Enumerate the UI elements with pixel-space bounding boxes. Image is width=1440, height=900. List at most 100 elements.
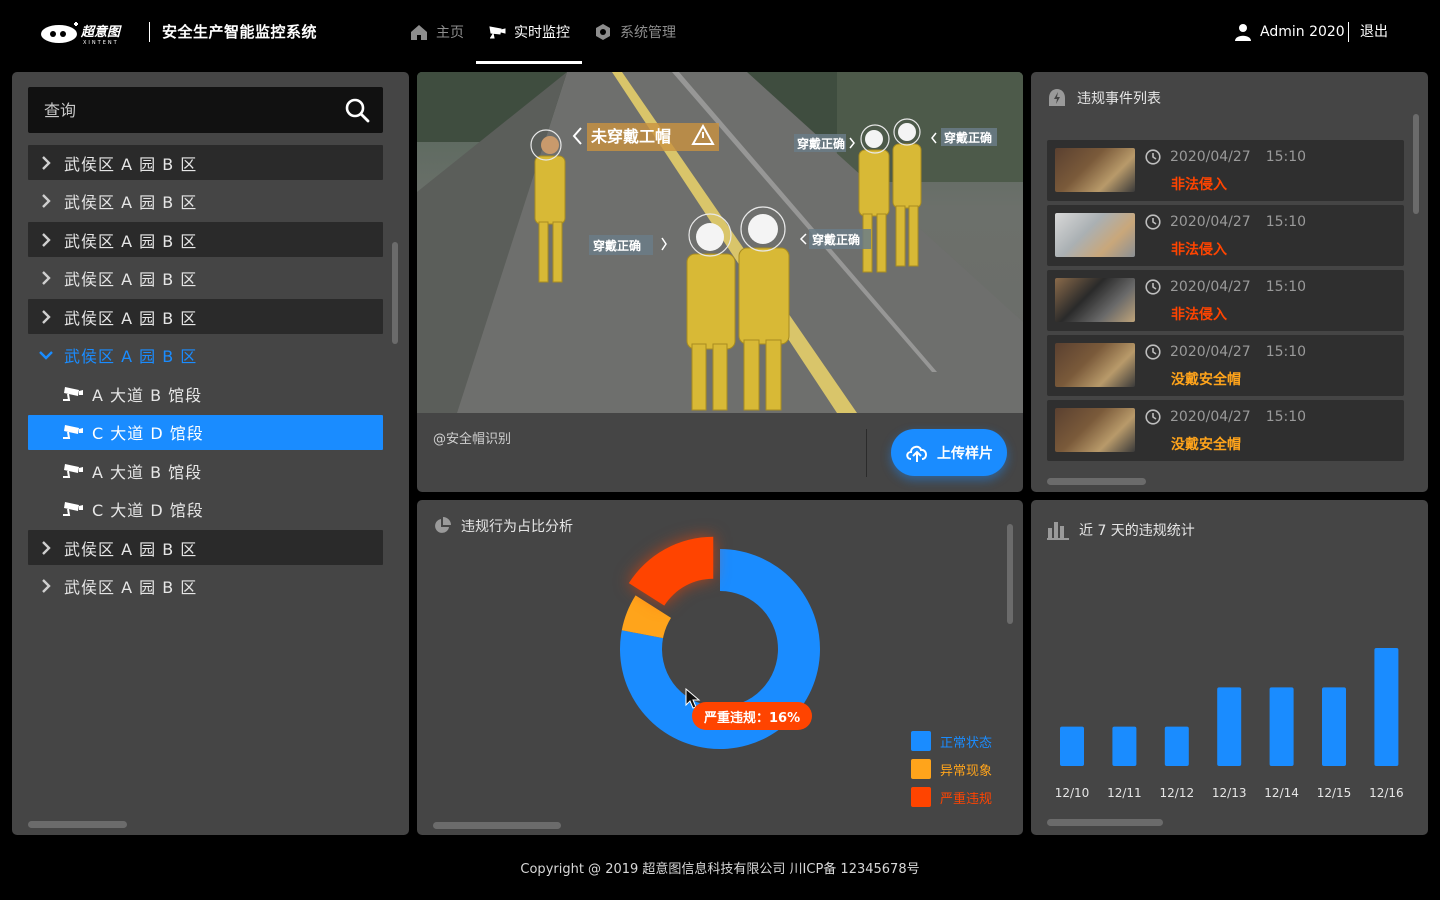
chevron-right-icon	[28, 579, 64, 593]
event-item[interactable]: 2020/04/27 15:10 非法侵入	[1047, 140, 1404, 201]
x-tick-label: 12/10	[1055, 786, 1090, 800]
search-input[interactable]	[28, 87, 338, 133]
legend-item[interactable]: 正常状态	[911, 731, 992, 751]
footer-copyright: Copyright @ 2019 超意图信息科技有限公司 川ICP备 12345…	[520, 862, 920, 877]
legend-swatch	[911, 731, 931, 751]
home-icon	[411, 25, 427, 40]
tree-group-row[interactable]: 武侯区 A 园 B 区	[28, 222, 383, 257]
search-box	[28, 87, 383, 133]
clock-icon	[1145, 214, 1161, 230]
tree-group-row[interactable]: 武侯区 A 园 B 区	[28, 261, 383, 296]
search-icon[interactable]	[344, 97, 370, 123]
alarm-icon	[1049, 89, 1065, 106]
bars-scrollbar-horizontal[interactable]	[1047, 819, 1163, 826]
event-thumbnail[interactable]	[1055, 343, 1135, 387]
donut-slice[interactable]	[628, 536, 714, 606]
pie-scrollbar-horizontal[interactable]	[433, 822, 561, 829]
event-date: 2020/04/27	[1170, 344, 1251, 360]
event-item[interactable]: 2020/04/27 15:10 非法侵入	[1047, 205, 1404, 266]
tree-group-row[interactable]: 武侯区 A 园 B 区	[28, 299, 383, 334]
bar[interactable]	[1374, 648, 1399, 766]
tree-row-label: 武侯区 A 园 B 区	[64, 154, 198, 174]
event-item[interactable]: 2020/04/27 15:10 非法侵入	[1047, 270, 1404, 331]
camera-icon	[489, 26, 506, 39]
event-timestamp: 2020/04/27 15:10	[1145, 214, 1306, 230]
bar[interactable]	[1060, 726, 1084, 766]
bar[interactable]	[1217, 687, 1242, 766]
x-tick-label: 12/13	[1212, 786, 1247, 800]
tree-camera-row[interactable]: A 大道 B 馆段	[28, 453, 383, 488]
cctv-camera-icon	[28, 462, 92, 480]
clock-icon	[1145, 279, 1161, 295]
chevron-right-icon	[28, 271, 64, 285]
x-tick-label: 12/15	[1317, 786, 1352, 800]
svg-text:穿戴正确: 穿戴正确	[944, 130, 992, 145]
legend-item[interactable]: 异常现象	[911, 759, 992, 779]
clock-icon	[1145, 149, 1161, 165]
tree-scrollbar-horizontal[interactable]	[28, 821, 127, 828]
tree-scrollbar-vertical[interactable]	[392, 242, 398, 344]
chevron-right-icon	[28, 309, 64, 324]
upload-sample-button[interactable]: 上传样片	[891, 429, 1007, 476]
legend-item[interactable]: 严重违规	[911, 787, 992, 807]
chevron-right-icon	[28, 155, 64, 170]
event-date: 2020/04/27	[1170, 409, 1251, 425]
violation-events-panel: 违规事件列表 2020/04/27 15:10 非法侵入 2020/04/27 15:1…	[1031, 72, 1428, 492]
legend-label: 异常现象	[940, 763, 993, 779]
event-item[interactable]: 2020/04/27 15:10 没戴安全帽	[1047, 335, 1404, 396]
bar-chart[interactable]: 12/10 12/11 12/12 12/13 12/14 12/15 12/16	[1031, 500, 1428, 835]
settings-icon	[596, 24, 610, 40]
nav-live-monitor[interactable]: 实时监控	[476, 0, 582, 64]
main-nav: 主页 实时监控 系统管理	[398, 0, 688, 64]
video-feed[interactable]: 未穿戴工帽 穿戴正确 穿戴正确 穿戴正确 穿戴正确	[417, 72, 1023, 413]
events-scrollbar-vertical[interactable]	[1413, 114, 1419, 214]
user-icon	[1235, 24, 1251, 41]
tree-group-row[interactable]: 武侯区 A 园 B 区	[28, 184, 383, 219]
legend-swatch	[911, 759, 931, 779]
pie-scrollbar-vertical[interactable]	[1007, 524, 1013, 624]
event-thumbnail[interactable]	[1055, 278, 1135, 322]
alert-tag: 未穿戴工帽	[572, 123, 719, 151]
event-timestamp: 2020/04/27 15:10	[1145, 149, 1306, 165]
event-thumbnail[interactable]	[1055, 213, 1135, 257]
x-tick-label: 12/11	[1107, 786, 1142, 800]
user-menu[interactable]: Admin 2020	[1234, 22, 1345, 42]
event-time: 15:10	[1265, 344, 1307, 360]
nav-system-settings-label: 系统管理	[620, 25, 676, 41]
tree-group-row[interactable]: 武侯区 A 园 B 区	[28, 338, 383, 373]
event-list: 2020/04/27 15:10 非法侵入 2020/04/27 15:10 非法侵入 20…	[1047, 140, 1404, 468]
cctv-camera-icon	[28, 500, 92, 518]
bar[interactable]	[1112, 726, 1137, 766]
tree-group-row[interactable]: 武侯区 A 园 B 区	[28, 145, 383, 180]
tree-camera-row[interactable]: C 大道 D 馆段	[28, 492, 383, 527]
event-time: 15:10	[1265, 279, 1307, 295]
logout-link[interactable]: 退出	[1360, 22, 1388, 42]
tree-camera-row[interactable]: A 大道 B 馆段	[28, 376, 383, 411]
tree-group-row[interactable]: 武侯区 A 园 B 区	[28, 569, 383, 604]
svg-text:穿戴正确: 穿戴正确	[812, 232, 860, 247]
cctv-camera-icon	[28, 385, 92, 403]
nav-home[interactable]: 主页	[398, 0, 476, 64]
bar[interactable]	[1322, 687, 1346, 766]
bar[interactable]	[1164, 726, 1189, 766]
location-tree-panel: 武侯区 A 园 B 区武侯区 A 园 B 区武侯区 A 园 B 区武侯区 A 园…	[12, 72, 409, 835]
event-time: 15:10	[1265, 214, 1307, 230]
svg-text:XINTENT: XINTENT	[83, 40, 119, 46]
legend-label: 严重违规	[940, 791, 993, 807]
clock-icon	[1145, 344, 1161, 360]
event-thumbnail[interactable]	[1055, 148, 1135, 192]
company-logo: 超意图 XINTENT	[41, 22, 122, 46]
bar[interactable]	[1269, 687, 1294, 766]
user-divider	[1348, 22, 1349, 42]
event-item[interactable]: 2020/04/27 15:10 没戴安全帽	[1047, 400, 1404, 461]
events-scrollbar-horizontal[interactable]	[1047, 478, 1146, 485]
event-thumbnail[interactable]	[1055, 408, 1135, 452]
chevron-down-icon	[28, 350, 64, 360]
video-frame: 未穿戴工帽 穿戴正确 穿戴正确 穿戴正确 穿戴正确	[417, 72, 1023, 413]
tree-group-row[interactable]: 武侯区 A 园 B 区	[28, 530, 383, 565]
legend-label: 正常状态	[940, 735, 993, 751]
tree-camera-row[interactable]: C 大道 D 馆段	[28, 414, 383, 450]
nav-system-settings[interactable]: 系统管理	[582, 0, 688, 64]
chart-tooltip: 严重违规：16%	[692, 702, 813, 730]
events-panel-title: 违规事件列表	[1077, 91, 1161, 107]
